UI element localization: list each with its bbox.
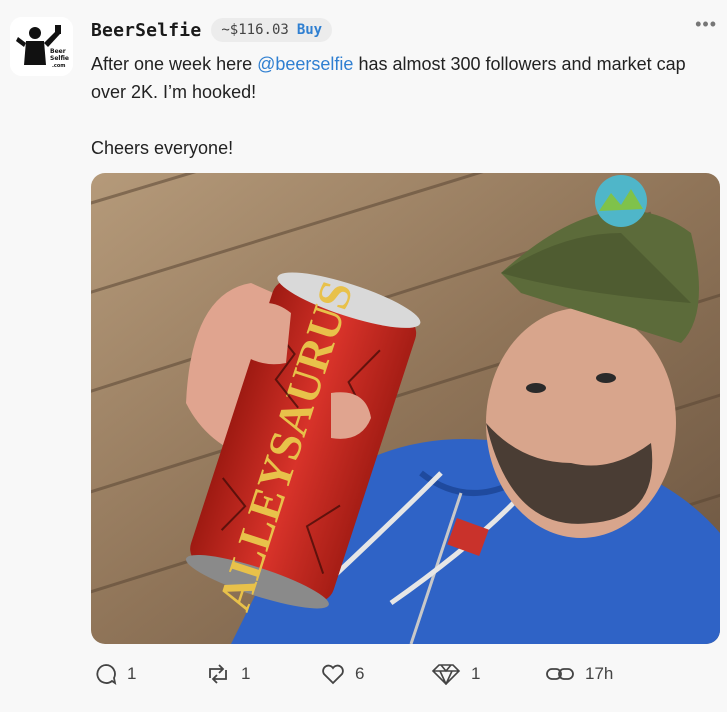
like-count: 6 xyxy=(355,664,365,683)
action-bar: 1 1 6 1 17h xyxy=(91,663,721,693)
link-action[interactable]: 17h xyxy=(545,663,613,685)
like-action[interactable]: 6 xyxy=(321,663,364,685)
diamond-action[interactable]: 1 xyxy=(431,663,480,685)
comment-icon xyxy=(96,664,117,685)
author-name[interactable]: BeerSelfie xyxy=(91,20,201,41)
link-icon xyxy=(546,668,574,680)
price-pill[interactable]: ~$116.03 Buy xyxy=(211,18,333,42)
post-body: After one week here @beerselfie has almo… xyxy=(91,50,716,162)
reply-action[interactable]: 1 xyxy=(95,663,136,685)
text-segment: After one week here xyxy=(91,54,258,74)
buy-button[interactable]: Buy xyxy=(297,22,322,38)
post-text-line2: Cheers everyone! xyxy=(91,138,234,158)
post-timestamp: 17h xyxy=(585,664,614,683)
diamond-icon xyxy=(431,664,461,685)
mention-link[interactable]: @beerselfie xyxy=(257,54,353,74)
avatar[interactable]: Beer Selfie .com xyxy=(10,17,73,76)
svg-text:Selfie: Selfie xyxy=(50,55,69,62)
svg-text:.com: .com xyxy=(52,63,66,69)
post-image[interactable]: ALLEYSAURUS xyxy=(91,173,720,644)
repost-icon xyxy=(209,664,227,684)
repost-count: 1 xyxy=(241,664,251,683)
svg-text:Beer: Beer xyxy=(50,48,66,55)
diamond-count: 1 xyxy=(471,664,481,683)
post-text-line1: After one week here @beerselfie has almo… xyxy=(91,50,716,106)
reply-count: 1 xyxy=(127,664,137,683)
more-options-icon[interactable]: ••• xyxy=(695,14,717,35)
repost-action[interactable]: 1 xyxy=(205,663,250,685)
heart-icon xyxy=(322,664,344,685)
photo-illustration: ALLEYSAURUS xyxy=(91,173,720,644)
beerselfie-logo: Beer Selfie .com xyxy=(10,17,73,76)
price-label: ~$116.03 xyxy=(221,22,289,38)
post-header: BeerSelfie ~$116.03 Buy xyxy=(91,16,333,44)
